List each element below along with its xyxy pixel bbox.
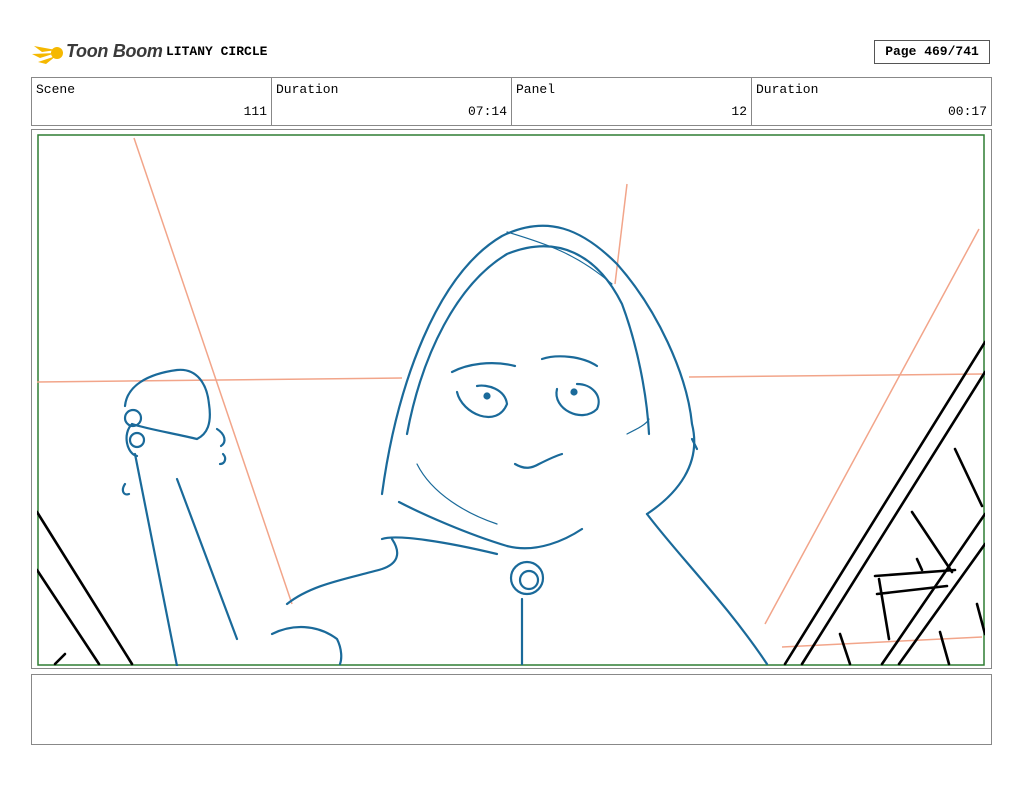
panel-duration-value: 00:17 [947, 104, 987, 119]
scene-duration-label: Duration [276, 82, 339, 97]
scene-info-bar: Scene 111 Duration 07:14 Panel 12 Durati… [31, 77, 992, 126]
logo-text: Toon Boom [66, 41, 163, 61]
panel-value: 12 [731, 104, 747, 119]
storyboard-sketch [37, 134, 985, 666]
panel-cell: Panel 12 [512, 78, 752, 125]
scene-duration-cell: Duration 07:14 [272, 78, 512, 125]
scene-duration-value: 07:14 [467, 104, 507, 119]
safe-frame [37, 134, 985, 666]
foreground-bars [37, 340, 985, 666]
panel-duration-cell: Duration 00:17 [752, 78, 991, 125]
panel-label: Panel [516, 82, 556, 97]
project-title: LITANY CIRCLE [166, 44, 268, 59]
scene-label: Scene [36, 82, 76, 97]
scene-cell: Scene 111 [32, 78, 272, 125]
scene-value: 111 [243, 104, 267, 119]
figure-sketch [121, 224, 769, 666]
perspective-guides [37, 137, 983, 648]
notes-box [31, 674, 992, 745]
panel-duration-label: Duration [756, 82, 819, 97]
page-number: Page 469/741 [874, 40, 990, 64]
